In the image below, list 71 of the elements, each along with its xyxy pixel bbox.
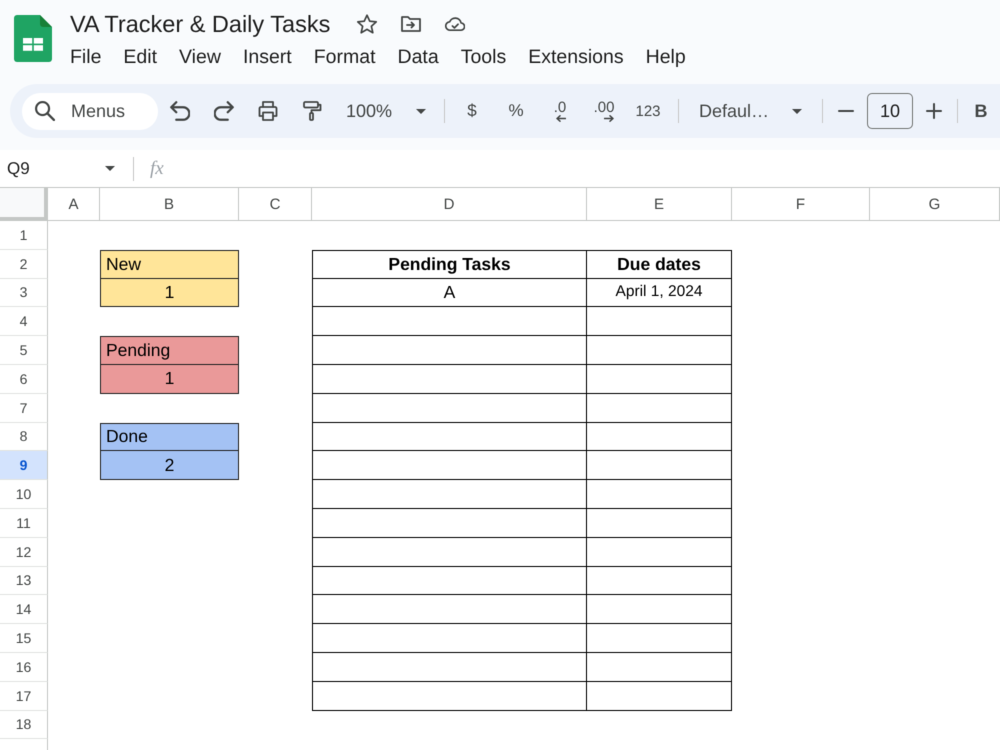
star-icon[interactable] bbox=[357, 14, 378, 34]
row-header[interactable]: 8 bbox=[0, 422, 48, 452]
row-header[interactable]: 14 bbox=[0, 595, 48, 624]
row-header[interactable]: 11 bbox=[0, 508, 48, 538]
percent-format-button[interactable]: % bbox=[494, 93, 538, 129]
status-count-cell: 1 bbox=[100, 278, 239, 308]
menu-item[interactable]: Data bbox=[398, 46, 439, 68]
column-header[interactable]: G bbox=[870, 188, 1000, 221]
right-arrow-icon bbox=[604, 115, 614, 122]
row-header[interactable]: 12 bbox=[0, 538, 48, 567]
font-size-field[interactable]: 10 bbox=[867, 93, 913, 129]
spreadsheet-logo bbox=[14, 15, 52, 62]
row-header[interactable]: 17 bbox=[0, 682, 48, 711]
menu-item[interactable]: Edit bbox=[123, 46, 158, 68]
row-header[interactable]: 15 bbox=[0, 624, 48, 653]
menu-item[interactable]: View bbox=[179, 46, 221, 68]
row-header[interactable]: 2 bbox=[0, 250, 48, 279]
number-format-button[interactable]: 123 bbox=[626, 93, 670, 129]
zoom-dropdown[interactable]: 100% bbox=[334, 93, 434, 129]
menu-item[interactable]: Tools bbox=[460, 46, 506, 68]
column-header[interactable]: B bbox=[100, 188, 239, 221]
table-cell: A bbox=[312, 278, 587, 308]
status-label-cell: New bbox=[100, 250, 239, 279]
menu-item[interactable]: Insert bbox=[242, 46, 292, 68]
row-header[interactable]: 13 bbox=[0, 566, 48, 596]
row-header[interactable]: 7 bbox=[0, 394, 48, 423]
currency-format-button[interactable]: $ bbox=[450, 93, 494, 129]
redo-icon[interactable] bbox=[214, 101, 234, 121]
column-header[interactable]: C bbox=[239, 188, 312, 221]
increase-decimal-button[interactable]: .00 bbox=[582, 93, 626, 129]
left-arrow-icon bbox=[556, 115, 566, 122]
column-header[interactable]: F bbox=[732, 188, 870, 221]
font-dropdown[interactable]: Defaul… bbox=[684, 93, 812, 129]
row-header[interactable]: 5 bbox=[0, 336, 48, 365]
menu-item[interactable]: Extensions bbox=[528, 46, 624, 68]
column-header[interactable]: A bbox=[48, 188, 100, 221]
decrease-decimal-button[interactable]: .0 bbox=[538, 93, 582, 129]
column-header[interactable]: E bbox=[587, 188, 732, 221]
table-cell: April 1, 2024 bbox=[587, 278, 732, 308]
paint-roller-icon[interactable] bbox=[302, 101, 322, 121]
row-header[interactable]: 9 bbox=[0, 451, 48, 480]
status-label-cell: Pending bbox=[100, 336, 239, 365]
menu-item[interactable]: File bbox=[70, 46, 102, 68]
plus-icon[interactable] bbox=[924, 101, 944, 121]
folder-arrow-icon[interactable] bbox=[401, 14, 422, 34]
table-header-cell: Due dates bbox=[587, 250, 732, 279]
row-header[interactable]: 4 bbox=[0, 307, 48, 336]
status-label-cell: Done bbox=[100, 422, 239, 452]
status-count-cell: 2 bbox=[100, 451, 239, 480]
function-label: fx bbox=[150, 158, 164, 180]
menu-item[interactable]: Help bbox=[646, 46, 686, 68]
status-count-cell: 1 bbox=[100, 364, 239, 394]
menu-item[interactable]: Format bbox=[314, 46, 376, 68]
row-header[interactable]: 6 bbox=[0, 364, 48, 394]
caret-icon bbox=[105, 166, 115, 171]
undo-icon[interactable] bbox=[170, 101, 190, 121]
search-icon bbox=[35, 101, 55, 121]
row-header[interactable]: 18 bbox=[0, 710, 48, 740]
row-header[interactable]: 10 bbox=[0, 480, 48, 509]
row-header[interactable]: 3 bbox=[0, 278, 48, 308]
bold-button[interactable]: B bbox=[964, 93, 998, 129]
row-header[interactable]: 1 bbox=[0, 221, 48, 250]
document-title[interactable]: VA Tracker & Daily Tasks bbox=[70, 10, 330, 38]
column-header[interactable]: D bbox=[312, 188, 587, 221]
caret-icon bbox=[416, 108, 426, 114]
name-box[interactable]: Q9 bbox=[0, 154, 122, 184]
caret-icon bbox=[792, 108, 802, 114]
menus-search-button[interactable]: Menus bbox=[22, 92, 158, 130]
row-header[interactable]: 16 bbox=[0, 652, 48, 682]
print-icon[interactable] bbox=[258, 101, 278, 121]
table-header-cell: Pending Tasks bbox=[312, 250, 587, 279]
